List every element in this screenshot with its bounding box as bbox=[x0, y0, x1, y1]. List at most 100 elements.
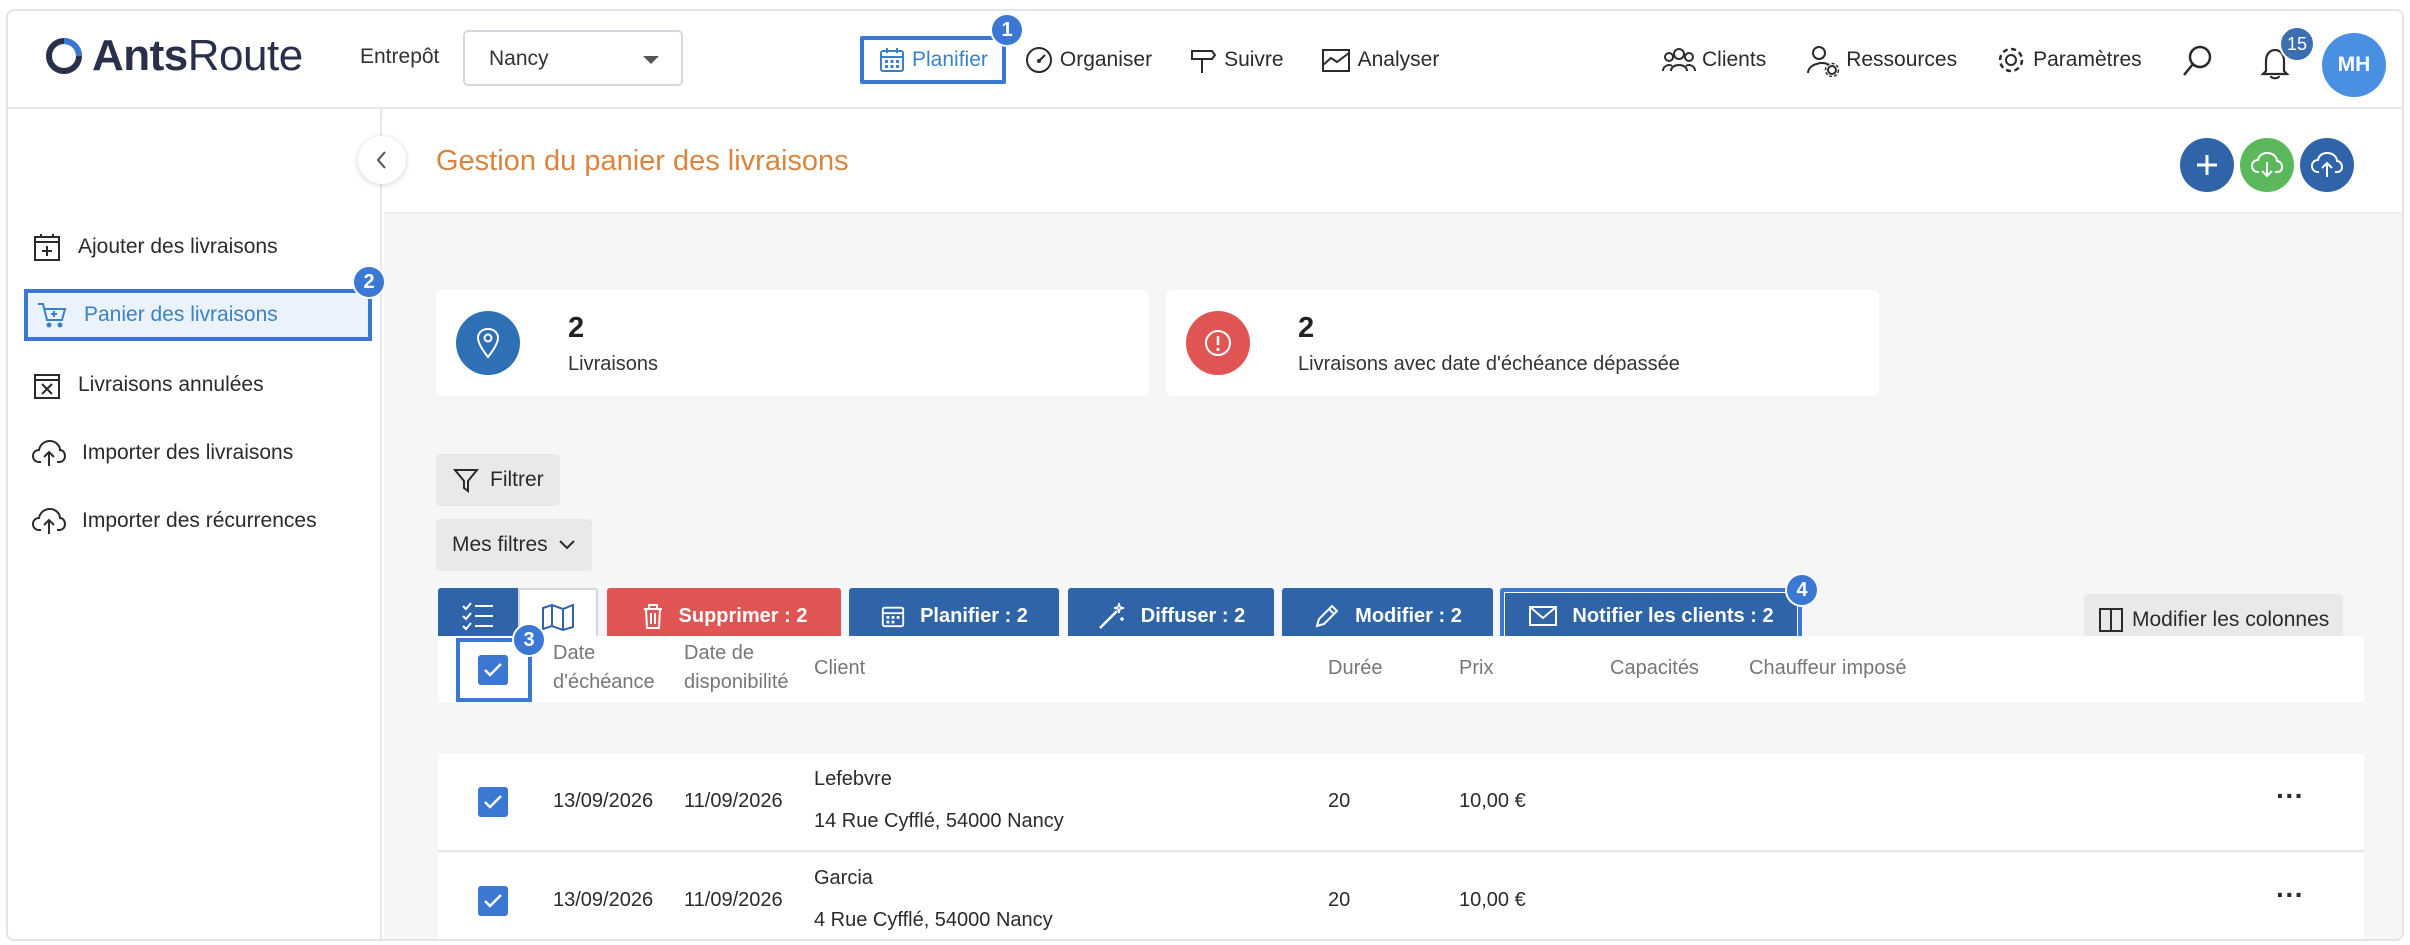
select-all-checkbox[interactable] bbox=[478, 655, 508, 685]
column-header-line: Date de bbox=[684, 642, 755, 664]
app-window: AntsRoute Entrepôt Nancy Planifier Organ… bbox=[6, 9, 2404, 941]
row-checkbox[interactable] bbox=[478, 886, 508, 916]
main-nav: Planifier Organiser Suivre Analyser bbox=[860, 11, 1439, 109]
table-row[interactable]: 13/09/2026 11/09/2026 Garcia 4 Rue Cyffl… bbox=[438, 853, 2364, 939]
sidebar-item-label: Ajouter des livraisons bbox=[78, 235, 278, 258]
checkmark-icon bbox=[484, 795, 502, 809]
delete-selected-label: Supprimer : 2 bbox=[678, 604, 808, 627]
column-header-duration[interactable]: Durée bbox=[1328, 654, 1382, 683]
cell-price: 10,00 € bbox=[1459, 889, 1526, 911]
entrepot-label: Entrepôt bbox=[360, 45, 440, 68]
notification-count-badge: 15 bbox=[2279, 26, 2315, 62]
cloud-upload-button[interactable] bbox=[2300, 138, 2354, 192]
envelope-icon bbox=[1529, 606, 1558, 626]
trash-icon bbox=[643, 604, 662, 629]
calendar-icon bbox=[881, 606, 905, 628]
location-pin-icon bbox=[456, 311, 520, 375]
nav-organiser[interactable]: Organiser bbox=[1024, 45, 1152, 75]
entrepot-select[interactable]: Nancy bbox=[463, 30, 683, 86]
alert-icon bbox=[1186, 311, 1250, 375]
avatar[interactable]: MH bbox=[2322, 33, 2386, 97]
cloud-download-button[interactable] bbox=[2240, 138, 2294, 192]
step-badge-3: 3 bbox=[512, 623, 546, 657]
gear-icon bbox=[1998, 47, 2024, 73]
stat-card-overdue: 2 Livraisons avec date d'échéance dépass… bbox=[1166, 290, 1879, 396]
column-header-line: Date bbox=[553, 642, 596, 664]
stat-card-livraisons: 2 Livraisons bbox=[436, 290, 1149, 396]
column-header-price[interactable]: Prix bbox=[1459, 654, 1493, 683]
more-options-icon[interactable]: ··· bbox=[2276, 780, 2304, 812]
sidebar-item-importer-livraisons[interactable]: Importer des livraisons bbox=[32, 427, 293, 479]
logo-text-bold: Ants bbox=[92, 31, 188, 80]
sidebar-item-panier[interactable]: Panier des livraisons bbox=[24, 289, 372, 341]
chart-icon bbox=[1321, 49, 1350, 72]
step-badge-1: 1 bbox=[990, 13, 1024, 47]
plus-icon bbox=[2197, 155, 2217, 175]
nav-planifier-label: Planifier bbox=[912, 48, 988, 71]
calendar-icon bbox=[880, 48, 904, 72]
chevron-left-icon bbox=[376, 151, 386, 169]
nav-analyser-label: Analyser bbox=[1357, 48, 1440, 71]
nav-parametres[interactable]: Paramètres bbox=[1995, 44, 2142, 76]
sidebar-item-label: Panier des livraisons bbox=[84, 303, 278, 326]
add-button[interactable] bbox=[2180, 138, 2234, 192]
top-navigation-bar: AntsRoute Entrepôt Nancy Planifier Organ… bbox=[8, 11, 2402, 109]
cell-client-address: 4 Rue Cyfflé, 54000 Nancy bbox=[814, 909, 1053, 931]
filter-button[interactable]: Filtrer bbox=[436, 454, 560, 506]
plan-selected-label: Planifier : 2 bbox=[920, 604, 1028, 627]
nav-analyser[interactable]: Analyser bbox=[1320, 45, 1440, 75]
nav-planifier[interactable]: Planifier bbox=[860, 36, 1006, 84]
calendar-plus-icon bbox=[34, 234, 60, 261]
secondary-nav: Clients Ressources Paramètres bbox=[1662, 11, 2142, 109]
magic-wand-icon bbox=[1098, 602, 1124, 629]
edit-columns-label: Modifier les colonnes bbox=[2132, 608, 2330, 631]
cell-due-date: 13/09/2026 bbox=[553, 889, 654, 911]
sidebar-item-label: Importer des récurrences bbox=[82, 509, 317, 532]
more-options-icon[interactable]: ··· bbox=[2276, 879, 2304, 911]
calendar-x-icon bbox=[34, 374, 60, 399]
broadcast-selected-label: Diffuser : 2 bbox=[1140, 604, 1246, 627]
column-header-availability[interactable]: Date de disponibilité bbox=[684, 639, 789, 697]
gauge-icon bbox=[1025, 47, 1052, 73]
cell-due-date: 13/09/2026 bbox=[553, 790, 654, 812]
main-content: Gestion du panier des livraisons 2 Livra… bbox=[384, 109, 2402, 939]
nav-parametres-label: Paramètres bbox=[2033, 48, 2142, 71]
nav-suivre-label: Suivre bbox=[1224, 48, 1284, 71]
table-row[interactable]: 13/09/2026 11/09/2026 Lefebvre 14 Rue Cy… bbox=[438, 754, 2364, 852]
filter-label: Filtrer bbox=[490, 468, 544, 491]
cell-price: 10,00 € bbox=[1459, 790, 1526, 812]
cell-availability: 11/09/2026 bbox=[684, 889, 783, 911]
column-header-line: d'échéance bbox=[553, 671, 655, 693]
row-checkbox[interactable] bbox=[478, 787, 508, 817]
sidebar-item-ajouter[interactable]: Ajouter des livraisons bbox=[32, 221, 278, 273]
nav-clients[interactable]: Clients bbox=[1662, 45, 1766, 75]
funnel-icon bbox=[452, 469, 480, 493]
column-header-driver[interactable]: Chauffeur imposé bbox=[1749, 654, 1907, 683]
signpost-icon bbox=[1191, 50, 1217, 73]
sidebar: Ajouter des livraisons Panier des livrai… bbox=[8, 109, 382, 939]
step-badge-2: 2 bbox=[352, 265, 386, 299]
sidebar-item-importer-recurrences[interactable]: Importer des récurrences bbox=[32, 495, 317, 547]
page-title: Gestion du panier des livraisons bbox=[436, 145, 849, 177]
cloud-upload-icon bbox=[32, 439, 66, 466]
column-header-line: disponibilité bbox=[684, 671, 789, 693]
column-header-due-date[interactable]: Date d'échéance bbox=[553, 639, 655, 697]
column-header-capacities[interactable]: Capacités bbox=[1610, 654, 1699, 683]
nav-ressources-label: Ressources bbox=[1846, 48, 1958, 71]
sidebar-item-label: Importer des livraisons bbox=[82, 441, 294, 464]
nav-suivre[interactable]: Suivre bbox=[1188, 45, 1284, 75]
search-icon[interactable] bbox=[2180, 43, 2216, 79]
step-badge-4: 4 bbox=[1785, 573, 1819, 607]
my-filters-dropdown[interactable]: Mes filtres bbox=[436, 519, 592, 571]
collapse-sidebar-button[interactable] bbox=[358, 136, 406, 184]
edit-selected-label: Modifier : 2 bbox=[1355, 604, 1462, 627]
column-header-client[interactable]: Client bbox=[814, 654, 865, 683]
cell-availability: 11/09/2026 bbox=[684, 790, 783, 812]
sidebar-item-annulees[interactable]: Livraisons annulées bbox=[32, 359, 264, 411]
logo-text-light: Route bbox=[187, 31, 303, 80]
logo[interactable]: AntsRoute bbox=[44, 31, 303, 81]
antsroute-logo-icon bbox=[46, 38, 82, 74]
cloud-upload-icon bbox=[32, 507, 66, 534]
nav-ressources[interactable]: Ressources bbox=[1806, 43, 1957, 77]
cloud-upload-icon bbox=[2311, 151, 2343, 177]
